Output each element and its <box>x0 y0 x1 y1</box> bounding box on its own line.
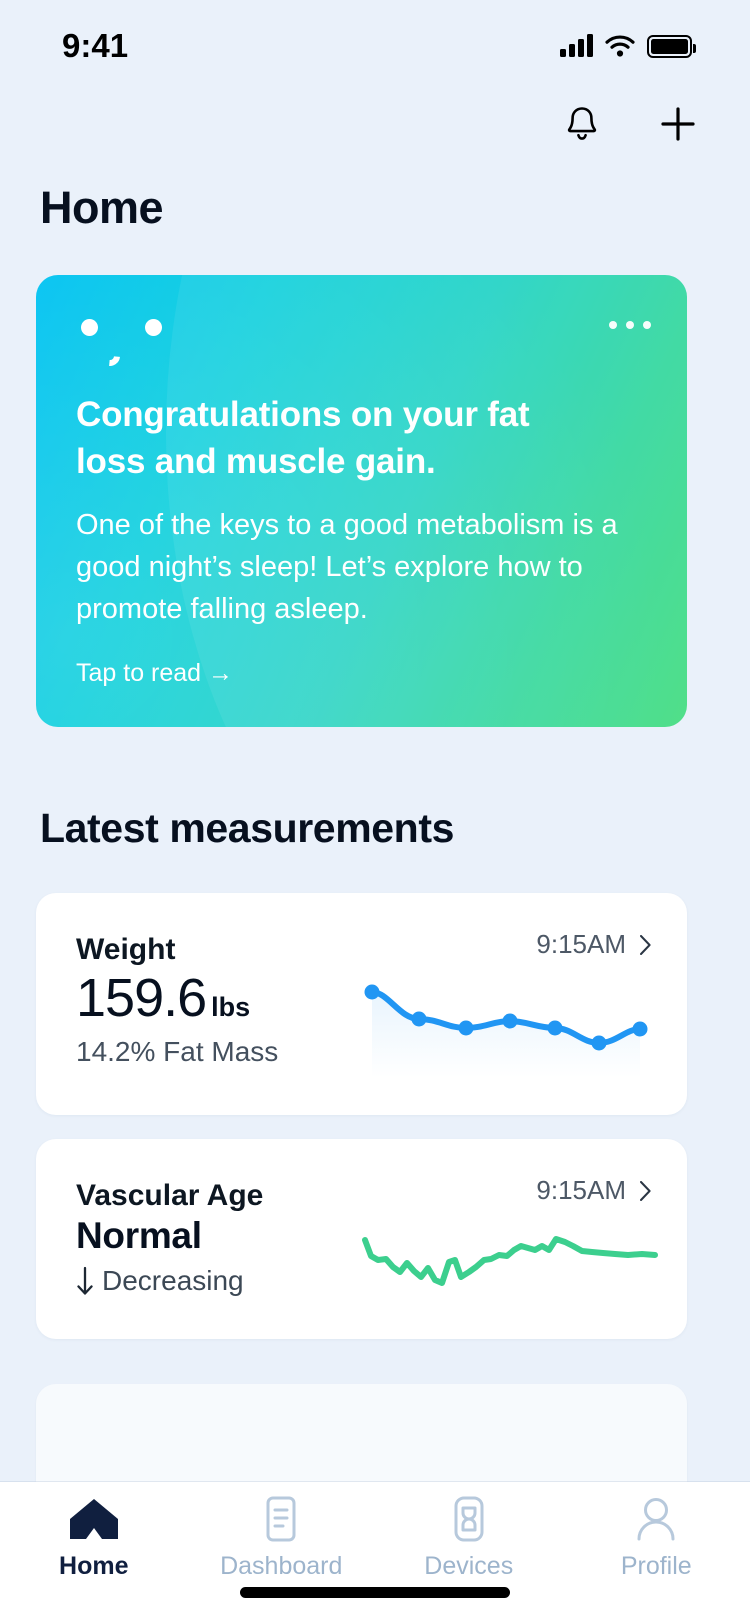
weight-sparkline-chart <box>364 984 648 1078</box>
header-actions <box>554 96 706 152</box>
add-button[interactable] <box>650 96 706 152</box>
cellular-signal-icon <box>560 34 593 57</box>
smartwatch-device-icon <box>447 1496 491 1542</box>
page-title: Home <box>40 182 164 233</box>
wifi-icon <box>605 35 635 57</box>
weight-value: 159.6 <box>76 968 207 1028</box>
vascular-age-label: Vascular Age <box>76 1179 264 1212</box>
hero-sheen-circle-decoration <box>166 275 687 727</box>
logo-smile-arc <box>95 341 125 371</box>
hero-cta-link[interactable]: Tap to read → <box>76 659 233 688</box>
more-options-icon[interactable] <box>609 321 651 329</box>
weight-card-content: Weight 159.6 lbs 14.2% Fat Mass <box>76 933 278 1068</box>
hero-body-text: One of the keys to a good metabolism is … <box>76 509 618 626</box>
plus-icon <box>661 107 695 141</box>
vascular-card-meta: 9:15AM <box>536 1175 651 1206</box>
vascular-age-trend: Decreasing <box>76 1265 263 1297</box>
weight-fat-mass: 14.2% Fat Mass <box>76 1036 279 1068</box>
nav-label-devices: Devices <box>424 1552 514 1580</box>
dashboard-document-icon <box>261 1496 301 1542</box>
weight-unit: lbs <box>211 992 251 1022</box>
weight-timestamp: 9:15AM <box>536 929 626 959</box>
nav-label-profile: Profile <box>620 1552 692 1580</box>
app-screen: 9:41 Home Congratulations on your fat lo… <box>0 0 750 1624</box>
weight-label: Weight <box>76 933 176 966</box>
vascular-age-trend-label: Decreasing <box>102 1265 244 1296</box>
status-bar: 9:41 <box>0 0 750 92</box>
hero-title: Congratulations on your fat loss and mus… <box>76 395 530 481</box>
nav-item-dashboard[interactable]: Dashboard <box>197 1496 365 1581</box>
section-heading-latest-measurements: Latest measurements <box>40 805 454 851</box>
chevron-right-icon <box>640 934 651 955</box>
nav-item-home[interactable]: Home <box>10 1496 178 1581</box>
home-indicator <box>240 1587 510 1598</box>
logo-eye-left <box>81 319 98 336</box>
weight-value-row: 159.6 lbs <box>76 968 278 1028</box>
chevron-right-icon <box>640 1180 651 1201</box>
battery-icon <box>647 34 696 58</box>
bell-icon <box>567 107 597 140</box>
nav-label-dashboard: Dashboard <box>220 1552 343 1580</box>
person-profile-icon <box>633 1496 679 1542</box>
arrow-down-icon <box>77 1266 93 1295</box>
status-bar-icons <box>560 34 696 58</box>
vascular-age-sparkline-path <box>362 1236 658 1286</box>
article-hero-card[interactable]: Congratulations on your fat loss and mus… <box>36 275 687 727</box>
smiley-face-logo-icon <box>76 311 196 381</box>
status-bar-time: 9:41 <box>62 27 129 64</box>
vascular-card-content: Vascular Age Normal Decreasing <box>76 1179 263 1297</box>
nav-item-profile[interactable]: Profile <box>572 1496 740 1581</box>
vascular-age-sparkline-chart <box>362 1236 658 1286</box>
weight-sparkline-fill <box>372 992 640 1078</box>
weight-card-meta: 9:15AM <box>536 929 651 960</box>
home-icon <box>67 1496 121 1542</box>
nav-label-home: Home <box>59 1552 129 1580</box>
bottom-navigation-bar: Home Dashboard Devices Profile <box>0 1482 750 1624</box>
vascular-age-status: Normal <box>76 1215 202 1256</box>
vascular-age-timestamp: 9:15AM <box>536 1175 626 1205</box>
nav-item-devices[interactable]: Devices <box>385 1496 553 1581</box>
logo-eye-right <box>145 319 162 336</box>
notifications-button[interactable] <box>554 96 610 152</box>
